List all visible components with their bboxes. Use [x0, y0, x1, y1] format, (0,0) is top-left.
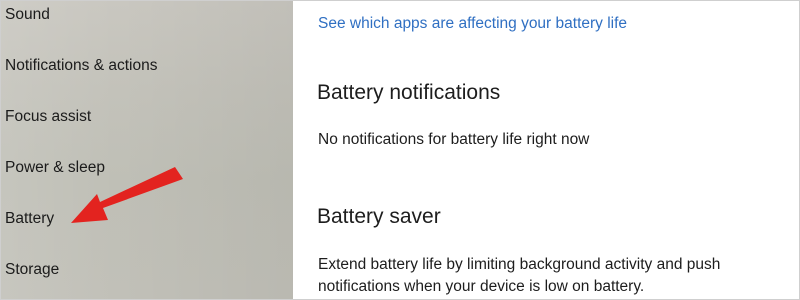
- battery-notifications-status: No notifications for battery life right …: [318, 131, 590, 148]
- red-arrow-annotation: [71, 167, 183, 223]
- battery-notifications-heading: Battery notifications: [317, 81, 501, 104]
- battery-usage-by-app-link[interactable]: See which apps are affecting your batter…: [318, 15, 627, 33]
- battery-saver-description-line1: Extend battery life by limiting backgrou…: [318, 256, 721, 273]
- battery-saver-description-line2: notifications when your device is low on…: [318, 278, 645, 295]
- sidebar: Sound Notifications & actions Focus assi…: [1, 1, 293, 299]
- battery-saver-heading: Battery saver: [317, 205, 441, 228]
- arrow-shape: [71, 167, 183, 223]
- settings-window: Sound Notifications & actions Focus assi…: [0, 0, 800, 300]
- main-content: See which apps are affecting your batter…: [293, 1, 799, 299]
